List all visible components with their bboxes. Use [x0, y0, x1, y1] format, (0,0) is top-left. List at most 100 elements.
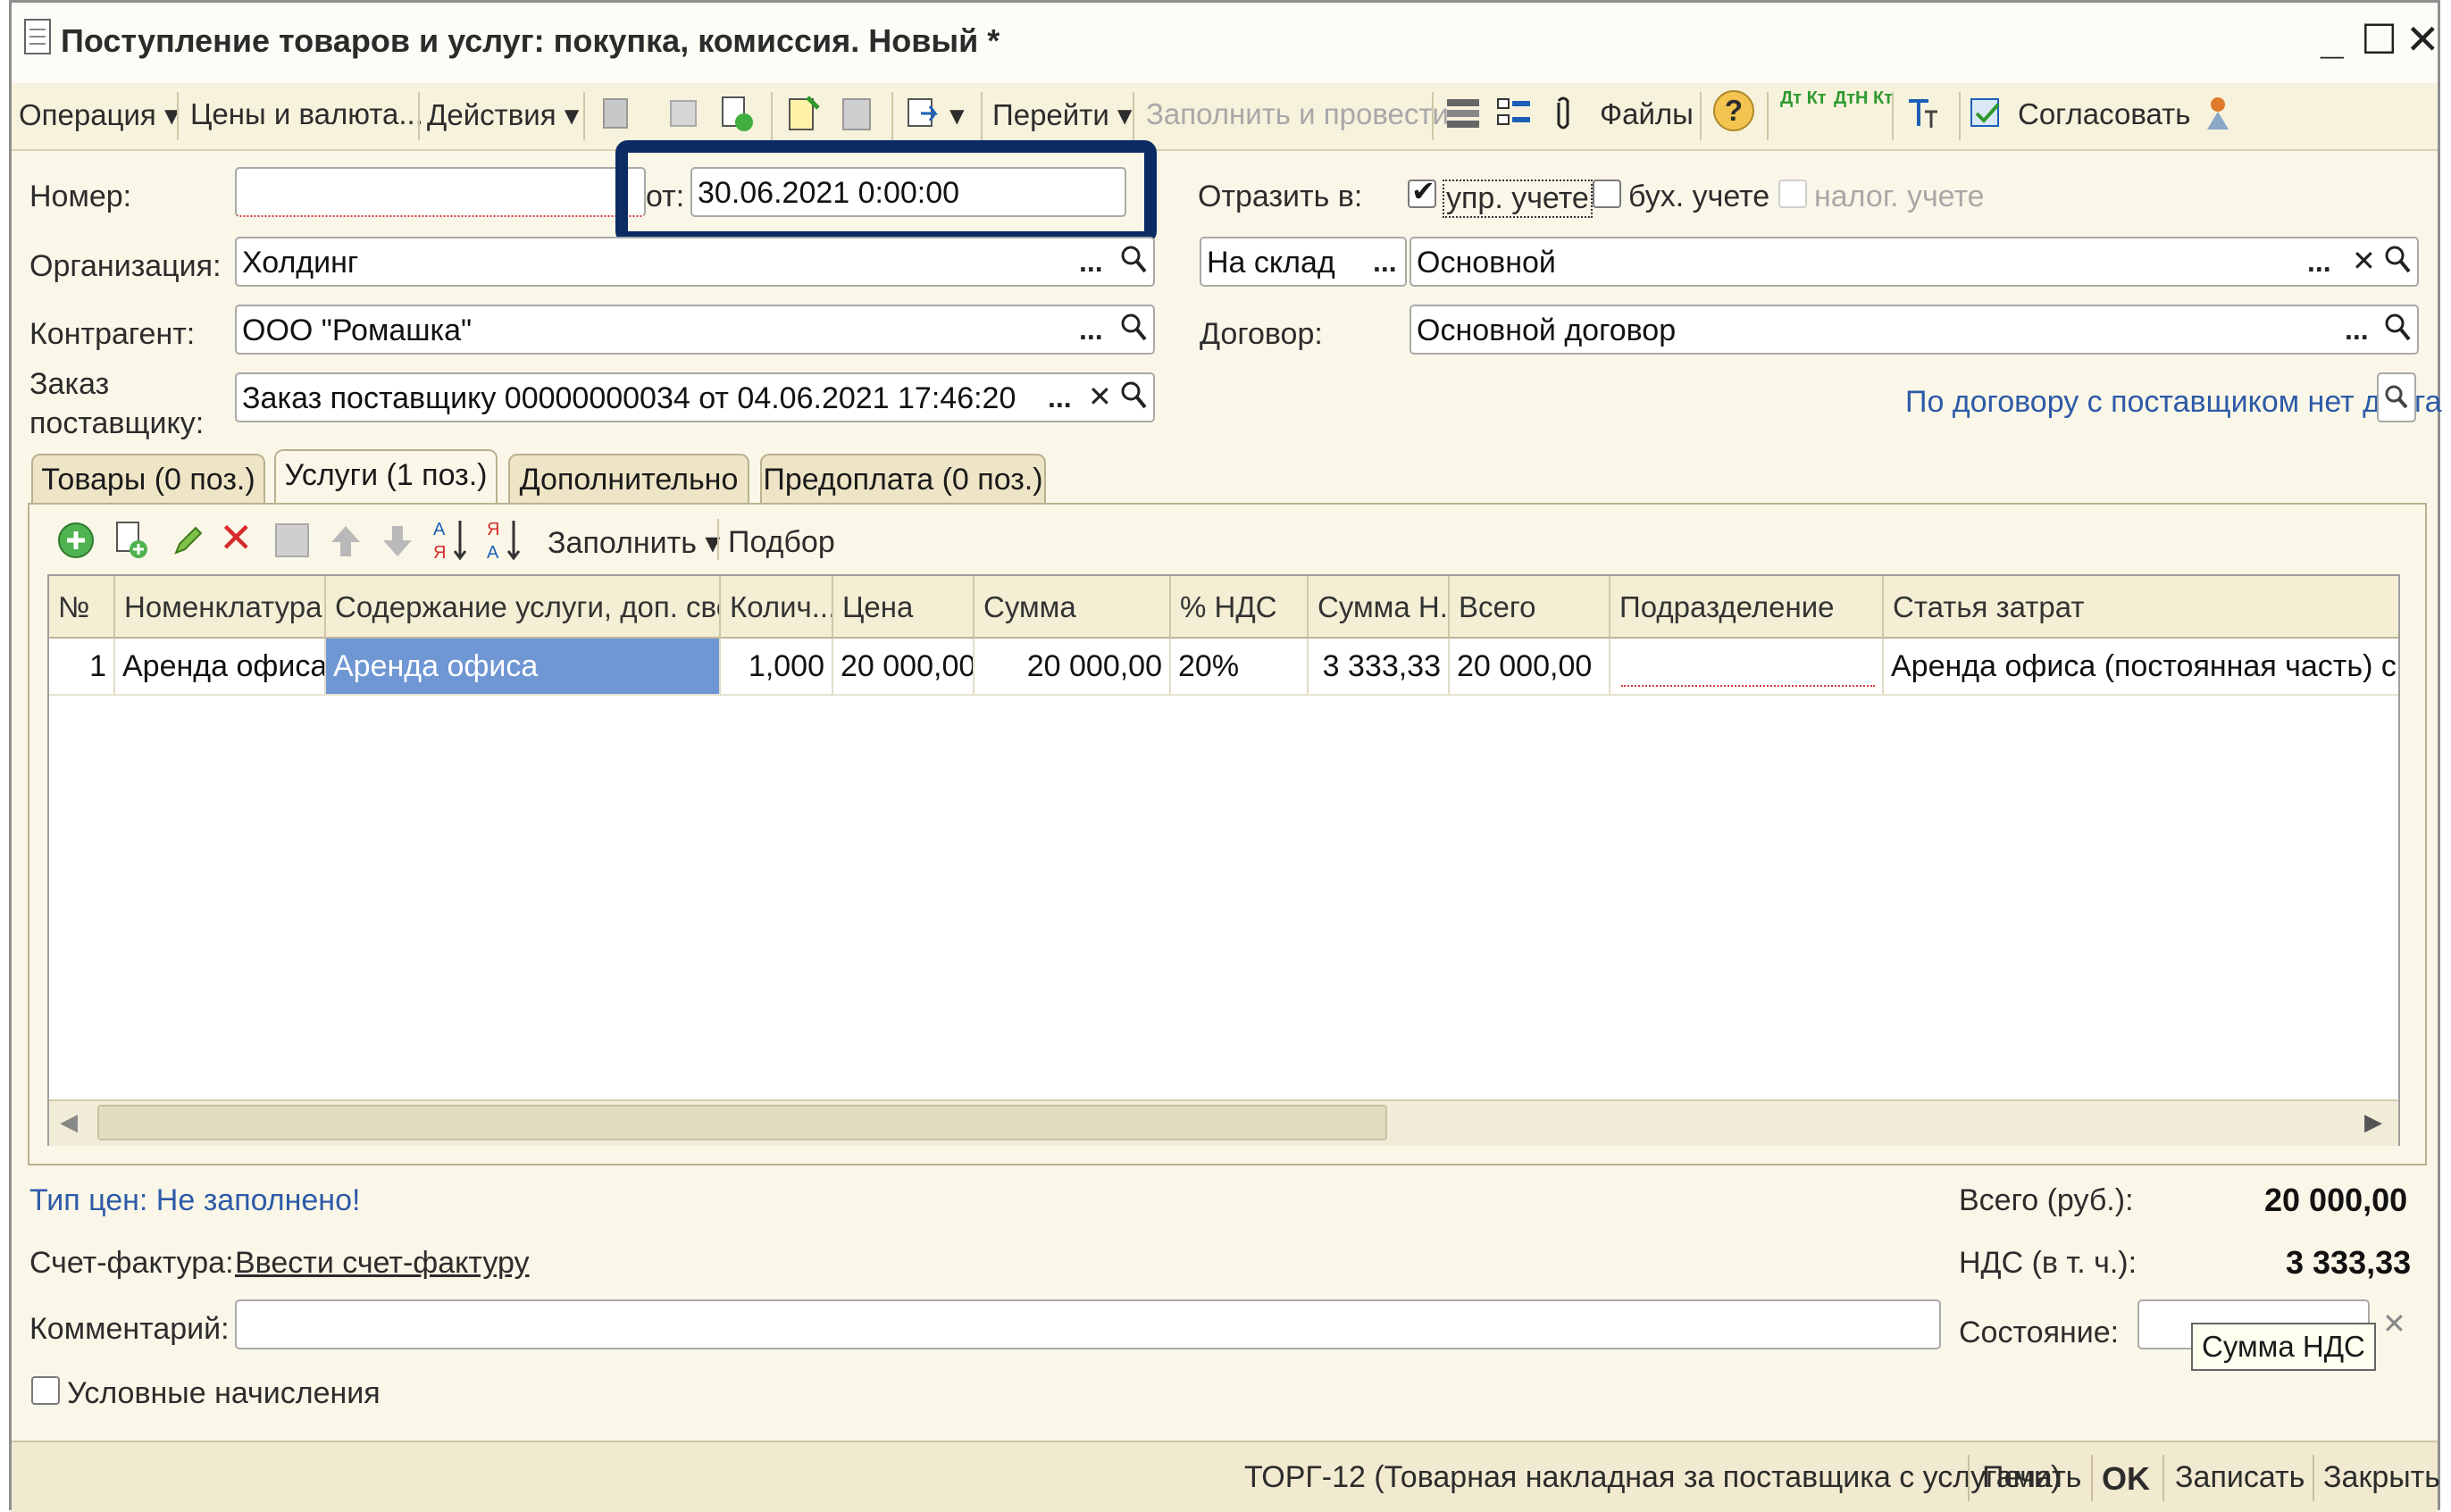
new-doc-icon[interactable] — [784, 94, 824, 135]
selection-button[interactable]: Подбор — [728, 525, 835, 560]
fill-and-post-button[interactable]: Заполнить и провести — [1146, 97, 1449, 131]
help-icon[interactable]: ? — [1713, 90, 1754, 131]
column-header-quantity[interactable]: Колич... — [721, 576, 833, 639]
contract-field[interactable]: Основной договор — [1410, 305, 2419, 355]
operation-menu[interactable]: Операция ▾ — [19, 97, 180, 132]
tab-services[interactable]: Услуги (1 поз.) — [274, 449, 498, 505]
scrollbar-thumb[interactable] — [97, 1105, 1387, 1140]
table-cell-nomenclature[interactable]: Аренда офиса — [115, 639, 326, 696]
goto-menu[interactable]: Перейти ▾ — [992, 97, 1133, 132]
table-cell-vat-sum[interactable]: 3 333,33 — [1309, 639, 1450, 696]
counterparty-field[interactable]: ООО "Ромашка" — [235, 305, 1155, 355]
agree-icon[interactable] — [1968, 94, 2007, 135]
delete-row-icon[interactable]: ✕ — [219, 514, 254, 562]
column-header-cost-item[interactable]: Статья затрат — [1884, 576, 2398, 639]
order-clear-button[interactable]: ✕ — [1088, 380, 1112, 414]
column-header-nomenclature[interactable]: Номенклатура — [115, 576, 326, 639]
column-header-total[interactable]: Всего — [1450, 576, 1610, 639]
torg12-print-button[interactable]: ТОРГ-12 (Товарная накладная за поставщик… — [1244, 1460, 2061, 1495]
text-format-icon[interactable] — [1903, 94, 1943, 135]
table-cell-price[interactable]: 20 000,00 — [833, 639, 975, 696]
edit-row-icon[interactable] — [169, 521, 208, 560]
search-icon[interactable] — [1119, 380, 1148, 412]
table-cell-sum[interactable]: 20 000,00 — [975, 639, 1171, 696]
add-row-icon[interactable] — [56, 521, 96, 560]
conditional-accruals-checkbox[interactable] — [31, 1376, 60, 1405]
number-field[interactable] — [235, 167, 646, 217]
print-button[interactable]: Печать — [1982, 1460, 2081, 1495]
refresh-icon[interactable] — [664, 94, 703, 135]
copy-row-icon[interactable] — [112, 519, 151, 562]
warehouse-type-select-button[interactable]: ... — [1373, 246, 1397, 279]
table-cell-vat-rate[interactable]: 20% — [1171, 639, 1309, 696]
paperclip-icon[interactable] — [1550, 94, 1577, 135]
dt-kt-icon[interactable]: Дт Кт — [1780, 88, 1827, 108]
close-button[interactable]: Закрыть — [2323, 1460, 2440, 1495]
reflect-nal-checkbox[interactable] — [1778, 180, 1807, 208]
price-type-link[interactable]: Тип цен: Не заполнено! — [29, 1183, 360, 1218]
fill-menu[interactable]: Заполнить ▾ — [548, 525, 720, 561]
tab-additional[interactable]: Дополнительно — [508, 454, 749, 504]
table-cell-number[interactable]: 1 — [49, 639, 115, 696]
column-header-sum[interactable]: Сумма — [975, 576, 1171, 639]
scroll-right-arrow-icon[interactable]: ▶ — [2364, 1108, 2382, 1136]
search-icon[interactable] — [2383, 244, 2412, 276]
agree-button[interactable]: Согласовать — [2018, 97, 2190, 131]
search-icon[interactable] — [1119, 244, 1148, 276]
move-down-icon[interactable] — [380, 521, 415, 560]
column-header-number[interactable]: № — [49, 576, 115, 639]
table-cell-department[interactable] — [1610, 639, 1884, 696]
scroll-left-arrow-icon[interactable]: ◀ — [60, 1108, 78, 1136]
order-select-button[interactable]: ... — [1048, 381, 1072, 414]
table-cell-quantity[interactable]: 1,000 — [721, 639, 833, 696]
structure-icon[interactable] — [905, 94, 944, 135]
enter-invoice-link[interactable]: Ввести счет-фактуру — [235, 1246, 530, 1281]
debt-status-link[interactable]: По договору с поставщиком нет долга — [1905, 385, 2442, 420]
state-clear-button[interactable]: ✕ — [2382, 1307, 2406, 1341]
close-window-button[interactable]: ✕ — [2405, 15, 2440, 63]
actions-menu[interactable]: Действия ▾ — [427, 97, 579, 132]
post-icon[interactable] — [597, 94, 636, 135]
table-cell-service-content[interactable]: Аренда офиса — [326, 639, 721, 696]
column-header-service-content[interactable]: Содержание услуги, доп. све... — [326, 576, 721, 639]
search-icon[interactable] — [2383, 312, 2412, 344]
copy-doc-icon[interactable] — [717, 94, 757, 135]
sort-ascending-icon[interactable]: АЯ — [431, 515, 471, 564]
ok-button[interactable]: OK — [2102, 1460, 2150, 1498]
column-header-department[interactable]: Подразделение — [1610, 576, 1884, 639]
move-up-icon[interactable] — [328, 521, 364, 560]
organization-field[interactable]: Холдинг — [235, 237, 1155, 287]
debt-search-button[interactable] — [2377, 372, 2416, 422]
supplier-order-field[interactable]: Заказ поставщику 00000000034 от 04.06.20… — [235, 372, 1155, 422]
files-button[interactable]: Файлы — [1600, 97, 1694, 131]
organization-select-button[interactable]: ... — [1079, 246, 1103, 279]
warehouse-select-button[interactable]: ... — [2307, 246, 2331, 279]
sort-descending-icon[interactable]: ЯА — [485, 515, 524, 564]
list-icon[interactable] — [1443, 94, 1483, 135]
warehouse-field[interactable]: Основной — [1410, 237, 2419, 287]
column-header-vat-rate[interactable]: % НДС — [1171, 576, 1309, 639]
table-cell-total[interactable]: 20 000,00 — [1450, 639, 1610, 696]
save-button[interactable]: Записать — [2175, 1460, 2305, 1495]
dtn-kt-icon[interactable]: ДтН Кт — [1834, 88, 1893, 108]
comment-field[interactable] — [235, 1299, 1941, 1349]
prices-button[interactable]: Цены и валюта... — [190, 97, 423, 131]
tab-goods[interactable]: Товары (0 поз.) — [31, 454, 265, 504]
search-icon[interactable] — [1119, 312, 1148, 344]
checklist-icon[interactable] — [1494, 94, 1534, 135]
horizontal-scrollbar[interactable]: ◀ ▶ — [49, 1099, 2398, 1146]
contract-select-button[interactable]: ... — [2345, 313, 2369, 347]
reflect-upr-checkbox[interactable]: ✔ — [1408, 175, 1436, 208]
reflect-buh-checkbox[interactable] — [1593, 180, 1621, 208]
minimize-button[interactable]: _ — [2321, 15, 2344, 63]
maximize-button[interactable]: ☐ — [2361, 15, 2397, 63]
table-cell-cost-item[interactable]: Аренда офиса (постоянная часть) с 01.0 — [1884, 639, 2398, 696]
counterparty-select-button[interactable]: ... — [1079, 313, 1103, 347]
route-icon[interactable] — [2198, 94, 2238, 135]
archive-icon[interactable] — [838, 94, 877, 135]
column-header-price[interactable]: Цена — [833, 576, 975, 639]
column-header-vat-sum[interactable]: Сумма Н... — [1309, 576, 1450, 639]
end-edit-icon[interactable] — [272, 519, 312, 562]
tab-prepayment[interactable]: Предоплата (0 поз.) — [760, 454, 1046, 504]
warehouse-clear-button[interactable]: ✕ — [2352, 244, 2376, 278]
